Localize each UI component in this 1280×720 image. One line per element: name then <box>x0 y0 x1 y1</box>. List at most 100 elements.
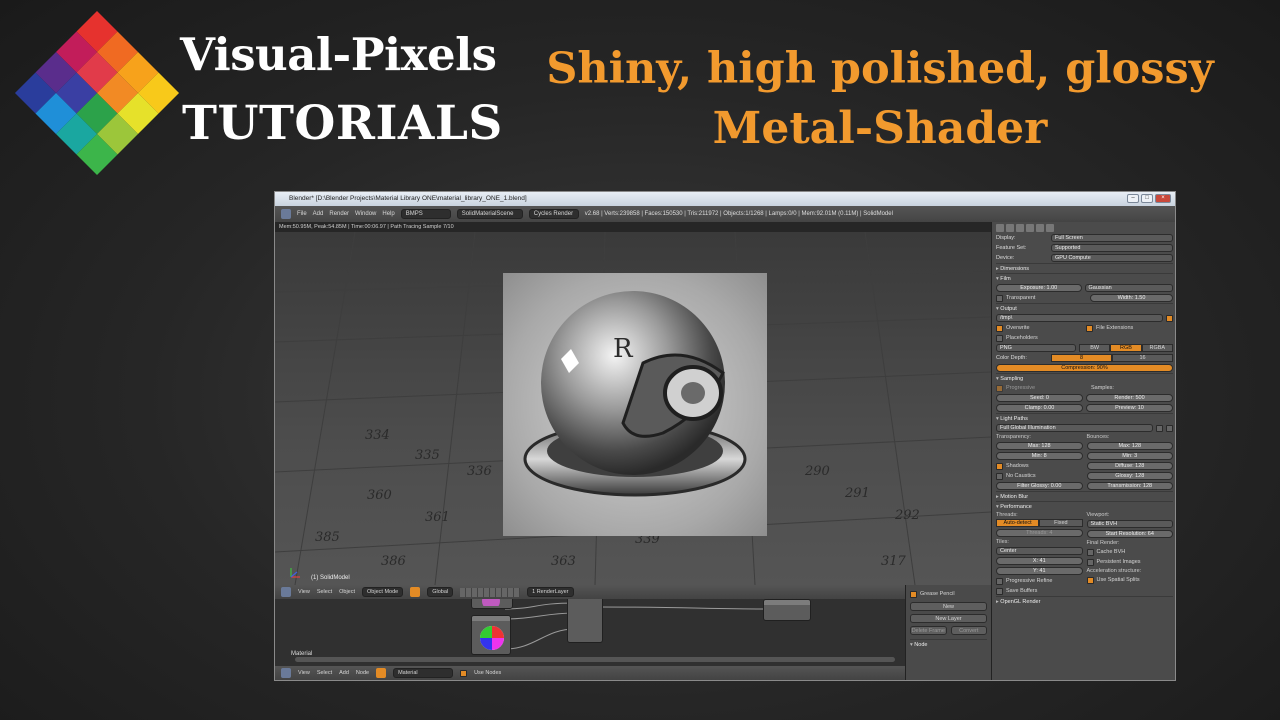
rgba-button[interactable]: RGBA <box>1141 344 1173 352</box>
info-editor-icon[interactable] <box>281 209 291 219</box>
depth-16-button[interactable]: 16 <box>1112 354 1173 362</box>
seed-field[interactable]: Seed: 0 <box>996 394 1083 402</box>
world-tab-icon[interactable] <box>1016 223 1024 232</box>
clamp-field[interactable]: Clamp: 0.00 <box>996 404 1083 412</box>
shader-tree-icon[interactable] <box>376 668 387 678</box>
progressive-checkbox[interactable] <box>996 384 1003 392</box>
film-panel-header[interactable]: Film <box>996 273 1173 283</box>
shader-node[interactable] <box>567 599 603 643</box>
mode-select[interactable]: Object Mode <box>362 587 404 597</box>
integrator-preset-select[interactable]: Full Global Illumination <box>996 424 1153 432</box>
feature-set-select[interactable]: Supported <box>1051 244 1173 252</box>
bw-button[interactable]: BW <box>1079 344 1111 352</box>
node-add-menu[interactable]: Add <box>339 670 349 676</box>
menu-window[interactable]: Window <box>355 211 376 217</box>
menu-help[interactable]: Help <box>382 211 394 217</box>
device-select[interactable]: GPU Compute <box>1051 254 1173 262</box>
render-engine-select[interactable]: Cycles Render <box>528 209 579 219</box>
layer-buttons[interactable] <box>460 587 521 597</box>
3d-view-editor-icon[interactable] <box>281 587 291 597</box>
output-path-field[interactable]: /tmp\ <box>996 314 1163 322</box>
color-node[interactable] <box>471 615 511 655</box>
delete-frame-button[interactable]: Delete Frame <box>910 626 947 635</box>
filter-type-select[interactable]: Gaussian <box>1084 284 1173 292</box>
node-panel-header[interactable]: Node <box>910 639 987 649</box>
preview-samples-field[interactable]: Preview: 10 <box>1086 404 1173 412</box>
save-buffers-checkbox[interactable] <box>996 587 1003 595</box>
select-menu[interactable]: Select <box>317 589 332 595</box>
remove-preset-icon[interactable] <box>1166 424 1173 432</box>
properties-tabs[interactable] <box>996 222 1173 233</box>
3d-viewport[interactable]: 334 335 336 360 361 385 386 363 339 290 … <box>275 232 991 585</box>
view-menu[interactable]: View <box>298 589 310 595</box>
auto-detect-button[interactable]: Auto-detect <box>996 519 1040 527</box>
transparency-max-field[interactable]: Max: 128 <box>996 442 1083 450</box>
new-layer-button[interactable]: New Layer <box>910 614 987 623</box>
no-caustics-checkbox[interactable] <box>996 472 1003 480</box>
add-preset-icon[interactable] <box>1156 424 1163 432</box>
render-samples-field[interactable]: Render: 500 <box>1086 394 1173 402</box>
start-resolution-field[interactable]: Start Resolution: 64 <box>1086 530 1173 538</box>
placeholders-checkbox[interactable] <box>996 334 1003 342</box>
grease-pencil-new-button[interactable]: New <box>910 602 987 611</box>
bounces-min-field[interactable]: Min: 3 <box>1086 452 1173 460</box>
display-select[interactable]: Full Screen <box>1051 234 1173 242</box>
compression-slider[interactable]: Compression: 90% <box>996 364 1173 372</box>
tile-x-field[interactable]: X: 41 <box>996 557 1083 565</box>
bounces-max-field[interactable]: Max: 128 <box>1086 442 1173 450</box>
close-button[interactable]: × <box>1155 194 1171 203</box>
exposure-field[interactable]: Exposure: 1.00 <box>996 284 1082 292</box>
object-menu[interactable]: Object <box>339 589 355 595</box>
screen-layout-select[interactable]: BMPS <box>400 209 451 219</box>
node-select-menu[interactable]: Select <box>317 670 332 676</box>
color-node[interactable] <box>471 599 513 610</box>
fixed-threads-button[interactable]: Fixed <box>1039 519 1083 527</box>
tile-y-field[interactable]: Y: 41 <box>996 567 1083 575</box>
material-tab-icon[interactable] <box>1036 223 1044 232</box>
node-editor-type-icon[interactable] <box>281 668 291 678</box>
opengl-render-panel-header[interactable]: OpenGL Render <box>996 596 1173 606</box>
file-extensions-checkbox[interactable] <box>1086 324 1093 332</box>
node-editor-scrollbar[interactable] <box>295 657 895 662</box>
shadows-checkbox[interactable] <box>996 462 1003 470</box>
viewport-shading-icon[interactable] <box>410 587 421 597</box>
file-format-select[interactable]: PNG <box>996 344 1076 352</box>
texture-tab-icon[interactable] <box>1046 223 1054 232</box>
motion-blur-panel-header[interactable]: Motion Blur <box>996 491 1173 501</box>
transmission-bounces-field[interactable]: Transmission: 128 <box>1086 482 1173 490</box>
overwrite-checkbox[interactable] <box>996 324 1003 332</box>
dimensions-panel-header[interactable]: Dimensions <box>996 263 1173 273</box>
menu-render[interactable]: Render <box>329 211 349 217</box>
filter-width-field[interactable]: Width: 1.50 <box>1090 294 1173 302</box>
threads-count-field[interactable]: Threads: 4 <box>996 529 1083 537</box>
menu-file[interactable]: File <box>297 211 307 217</box>
folder-browse-icon[interactable] <box>1166 314 1173 322</box>
depth-8-button[interactable]: 8 <box>1051 354 1112 362</box>
node-node-menu[interactable]: Node <box>356 670 369 676</box>
viewport-bvh-select[interactable]: Static BVH <box>1086 520 1173 528</box>
object-tab-icon[interactable] <box>1026 223 1034 232</box>
cache-bvh-checkbox[interactable] <box>1086 548 1094 556</box>
minimize-button[interactable]: – <box>1127 194 1139 203</box>
material-select[interactable]: Material <box>393 668 454 678</box>
node-editor[interactable]: Material <box>275 599 905 666</box>
transparent-checkbox[interactable] <box>996 294 1003 302</box>
material-output-node[interactable] <box>763 599 811 621</box>
rgb-button[interactable]: RGB <box>1110 344 1142 352</box>
transparency-min-field[interactable]: Min: 8 <box>996 452 1083 460</box>
scene-select[interactable]: SolidMaterialScene <box>456 209 523 219</box>
sampling-panel-header[interactable]: Sampling <box>996 373 1173 383</box>
scene-tab-icon[interactable] <box>1006 223 1014 232</box>
render-layer-select[interactable]: 1 RenderLayer <box>527 587 574 597</box>
light-paths-panel-header[interactable]: Light Paths <box>996 413 1173 423</box>
tile-order-select[interactable]: Center <box>996 547 1083 555</box>
convert-button[interactable]: Convert <box>950 626 987 635</box>
grease-pencil-checkbox[interactable] <box>910 590 917 598</box>
maximize-button[interactable]: □ <box>1141 194 1153 203</box>
output-panel-header[interactable]: Output <box>996 303 1173 313</box>
progressive-refine-checkbox[interactable] <box>996 577 1003 585</box>
orientation-select[interactable]: Global <box>427 587 454 597</box>
glossy-bounces-field[interactable]: Glossy: 128 <box>1086 472 1173 480</box>
use-nodes-checkbox[interactable] <box>460 669 468 677</box>
performance-panel-header[interactable]: Performance <box>996 501 1173 511</box>
